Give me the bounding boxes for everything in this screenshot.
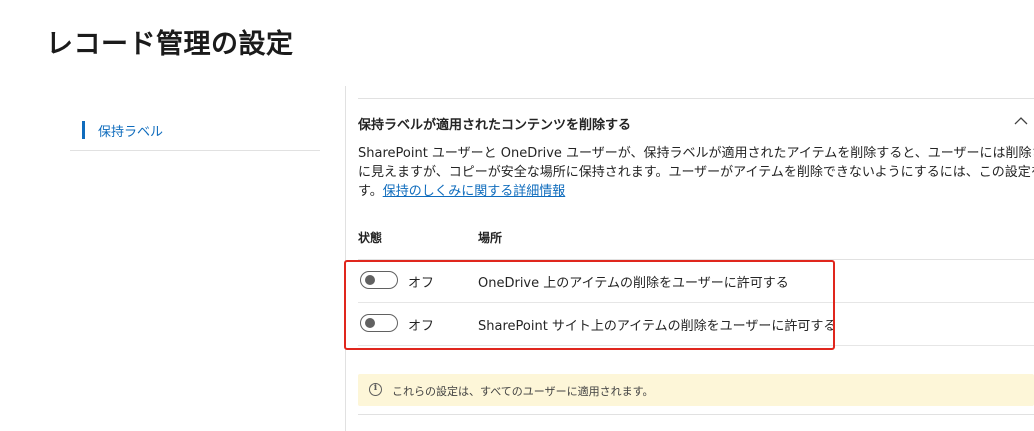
learn-more-link[interactable]: 保持のしくみに関する詳細情報	[383, 184, 566, 199]
info-message-text: これらの設定は、すべてのユーザーに適用されます。	[392, 385, 654, 398]
table-row-onedrive: オフ OneDrive 上のアイテムの削除をユーザーに許可する	[358, 260, 1034, 303]
section-bottom-divider	[358, 414, 1034, 415]
panel-divider	[345, 86, 346, 431]
column-header-location: 場所	[478, 231, 503, 245]
section-top-divider	[358, 98, 1034, 99]
table-row-sharepoint: オフ SharePoint サイト上のアイテムの削除をユーザーに許可する	[358, 303, 1034, 346]
column-header-state: 状態	[358, 231, 383, 245]
description-line: SharePoint ユーザーと OneDrive ユーザーが、保持ラベルが適用…	[358, 146, 1034, 161]
settings-panel: 保持ラベルが適用されたコンテンツを削除する SharePoint ユーザーと O…	[358, 98, 1034, 431]
settings-page: レコード管理の設定 保持ラベル 保持ラベルが適用されたコンテンツを削除する Sh…	[0, 0, 1034, 431]
nav-item-label: 保持ラベル	[98, 125, 164, 140]
left-nav: 保持ラベル	[70, 110, 320, 151]
info-icon: i	[369, 383, 382, 396]
nav-item-retention-labels[interactable]: 保持ラベル	[70, 110, 320, 151]
row-location-text: SharePoint サイト上のアイテムの削除をユーザーに許可する	[478, 319, 837, 334]
nav-selected-indicator	[82, 121, 85, 139]
description-line-last: す。保持のしくみに関する詳細情報	[358, 182, 1034, 201]
toggle-state-label: オフ	[408, 276, 435, 291]
section-description: SharePoint ユーザーと OneDrive ユーザーが、保持ラベルが適用…	[358, 144, 1034, 201]
description-line-text: す。	[358, 184, 383, 199]
toggle-state-label: オフ	[408, 319, 435, 334]
section-title: 保持ラベルが適用されたコンテンツを削除する	[358, 118, 632, 133]
toggle-knob	[365, 318, 375, 328]
info-message-bar: i これらの設定は、すべてのユーザーに適用されます。	[358, 374, 1034, 406]
page-title: レコード管理の設定	[46, 29, 294, 60]
sharepoint-delete-toggle[interactable]	[360, 314, 398, 332]
row-location-text: OneDrive 上のアイテムの削除をユーザーに許可する	[478, 276, 789, 291]
chevron-up-icon[interactable]	[1014, 116, 1028, 126]
onedrive-delete-toggle[interactable]	[360, 271, 398, 289]
description-line: に見えますが、コピーが安全な場所に保持されます。ユーザーがアイテムを削除できない…	[358, 165, 1034, 180]
toggle-knob	[365, 275, 375, 285]
row-divider	[358, 345, 1034, 346]
